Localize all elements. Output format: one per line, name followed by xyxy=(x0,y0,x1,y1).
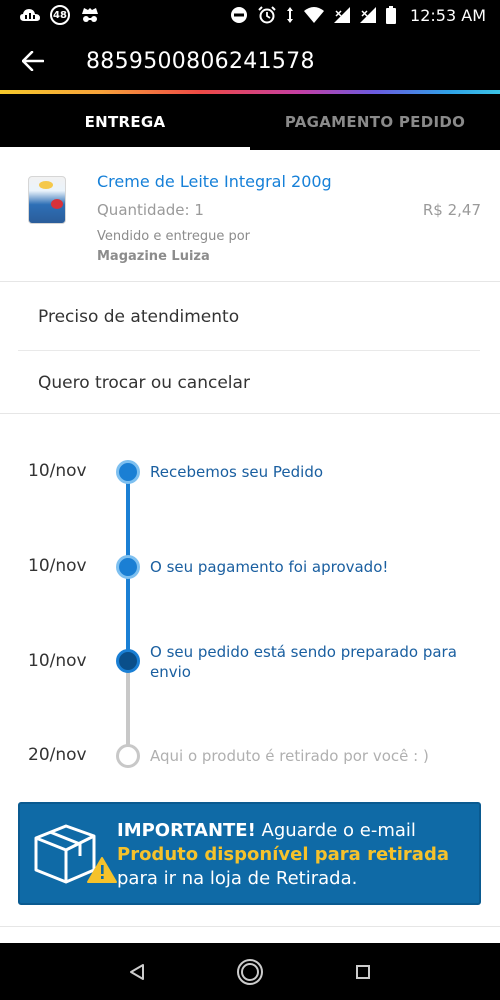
status-bar: 48 12:53 AM xyxy=(0,0,500,30)
app-bar: 8859500806241578 xyxy=(0,30,500,92)
arrow-left-icon xyxy=(22,51,44,71)
signal-icon xyxy=(360,7,377,23)
nav-home-button[interactable] xyxy=(230,952,270,992)
back-button[interactable] xyxy=(0,30,66,92)
wifi-icon xyxy=(304,7,325,23)
battery-icon xyxy=(386,6,397,24)
timeline-date: 10/nov xyxy=(28,556,87,576)
timeline-date: 10/nov xyxy=(28,651,87,671)
timeline-step-text: O seu pagamento foi aprovado! xyxy=(150,558,389,576)
timeline-pending-line xyxy=(126,662,130,756)
timeline-date: 20/nov xyxy=(28,745,87,765)
divider xyxy=(18,350,480,351)
notice-text: IMPORTANTE! Aguarde o e-mail Produto dis… xyxy=(117,819,472,891)
nav-recents-button[interactable] xyxy=(343,952,383,992)
tab-entrega[interactable]: ENTREGA xyxy=(0,94,250,150)
timeline-step-text: Recebemos seu Pedido xyxy=(150,463,324,481)
clock: 12:53 AM xyxy=(410,5,486,25)
system-nav-bar xyxy=(0,943,500,1000)
nav-back-button[interactable] xyxy=(117,952,157,992)
timeline-dot-current xyxy=(116,649,140,673)
signal-icon xyxy=(334,7,351,23)
do-not-disturb-icon xyxy=(230,6,248,24)
timeline-step-text: Aqui o produto é retirado por você : ) xyxy=(150,747,429,765)
product-card[interactable]: Creme de Leite Integral 200g Quantidade:… xyxy=(0,152,500,282)
order-number-title: 8859500806241578 xyxy=(86,48,315,74)
back-triangle-icon xyxy=(129,963,144,980)
timeline-dot-done xyxy=(116,460,140,484)
notice-highlight: Produto disponível para retirada xyxy=(117,844,449,865)
tab-indicator xyxy=(0,147,250,150)
timeline-dot-done xyxy=(116,555,140,579)
notice-strong: IMPORTANTE! xyxy=(117,820,256,841)
divider xyxy=(0,926,500,927)
tab-pagamento-pedido-label: PAGAMENTO PEDIDO xyxy=(284,113,466,131)
alarm-icon xyxy=(258,6,276,24)
cloud-icon xyxy=(20,8,40,22)
timeline-date: 10/nov xyxy=(28,461,87,481)
notice-line1: Aguarde o e-mail xyxy=(255,820,416,841)
notice-line3: para ir na loja de Retirada. xyxy=(117,868,358,889)
incognito-icon xyxy=(80,7,100,23)
timeline-dot-pending xyxy=(116,744,140,768)
tab-bar: ENTREGA PAGAMENTO PEDIDO xyxy=(0,94,500,150)
home-circle-icon xyxy=(236,958,263,985)
seller-name: Magazine Luiza xyxy=(97,249,210,264)
tab-entrega-label: ENTREGA xyxy=(84,113,166,131)
product-name[interactable]: Creme de Leite Integral 200g xyxy=(97,172,332,191)
recents-square-icon xyxy=(356,964,371,979)
box-warning-icon xyxy=(32,818,122,890)
support-menu: Preciso de atendimento Quero trocar ou c… xyxy=(0,284,500,414)
tab-pagamento-pedido[interactable]: PAGAMENTO PEDIDO xyxy=(250,94,500,150)
delivery-timeline: 10/nov Recebemos seu Pedido 10/nov O seu… xyxy=(0,414,500,794)
notification-count-icon: 48 xyxy=(50,5,70,25)
important-notice: IMPORTANTE! Aguarde o e-mail Produto dis… xyxy=(18,802,481,905)
product-price: R$ 2,47 xyxy=(422,201,481,219)
menu-item-trocar-cancelar[interactable]: Quero trocar ou cancelar xyxy=(38,373,250,393)
product-quantity: Quantidade: 1 xyxy=(97,201,204,219)
data-transfer-icon xyxy=(286,7,294,23)
seller-prefix: Vendido e entregue por xyxy=(97,229,251,244)
product-image xyxy=(28,176,66,224)
menu-item-atendimento[interactable]: Preciso de atendimento xyxy=(38,307,239,327)
timeline-step-text: O seu pedido está sendo preparado para e… xyxy=(150,643,457,681)
product-seller: Vendido e entregue por Magazine Luiza xyxy=(97,227,250,267)
